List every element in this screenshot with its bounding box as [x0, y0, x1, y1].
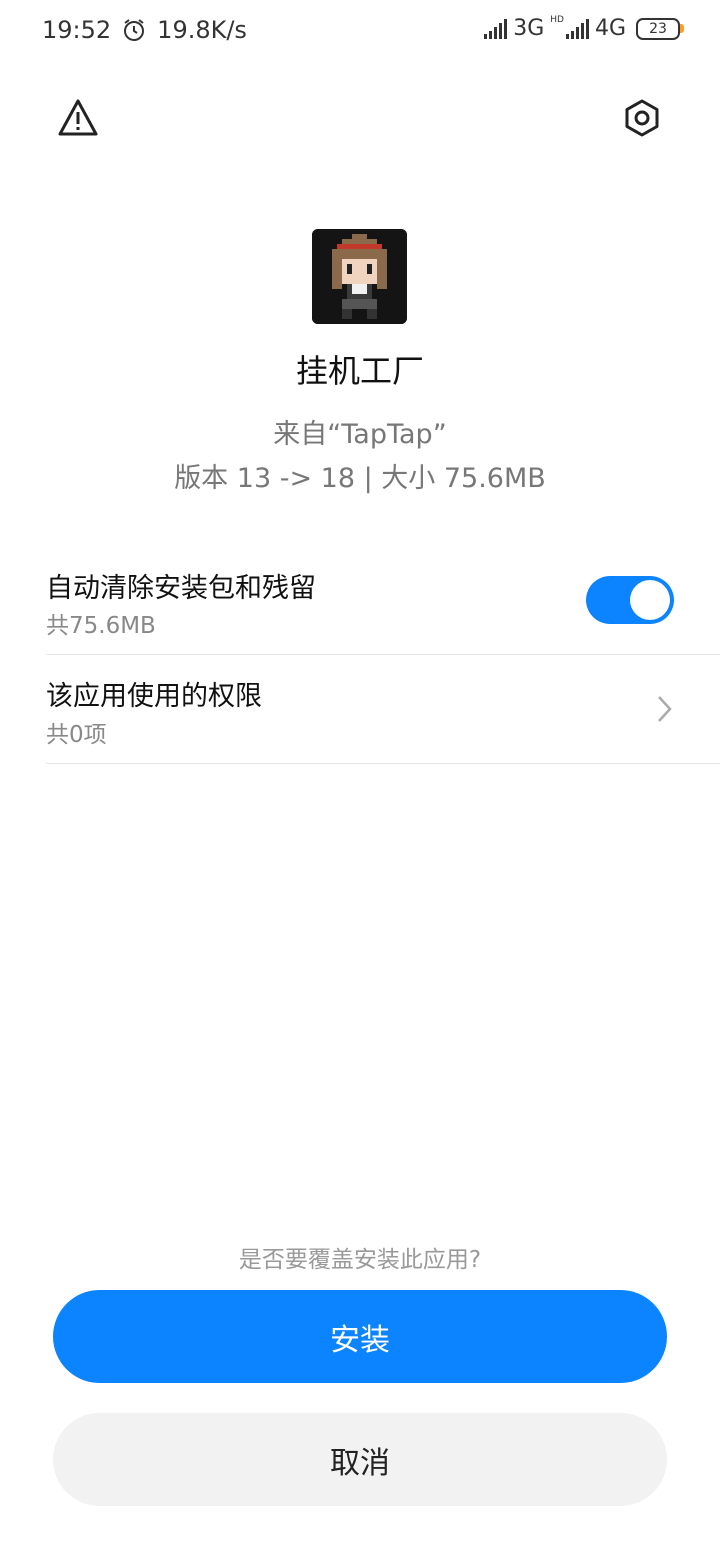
permissions-count: 共0项: [46, 722, 107, 748]
alarm-icon: [124, 19, 145, 41]
hd-label: HD: [550, 14, 564, 25]
network-type-2: 4G: [594, 16, 626, 41]
permissions-row[interactable]: 该应用使用的权限 共0项: [46, 655, 720, 764]
battery-icon: 23: [636, 17, 684, 40]
battery-level: 23: [649, 20, 667, 37]
signal-icon: [565, 18, 589, 39]
chevron-right-icon: [658, 696, 672, 722]
status-bar: 19:52 19.8K/s 3G HD 4G 23: [0, 0, 720, 62]
auto-clean-title: 自动清除安装包和残留: [46, 573, 316, 604]
network-type-1: 3G: [513, 16, 545, 41]
status-right: 3G HD 4G 23: [484, 14, 684, 41]
app-name: 挂机工厂: [295, 352, 424, 390]
app-source: 来自“TapTap”: [273, 419, 447, 450]
cancel-button[interactable]: 取消: [53, 1413, 667, 1506]
toggle-knob: [630, 580, 670, 620]
warning-icon[interactable]: [56, 96, 100, 140]
permissions-title: 该应用使用的权限: [46, 681, 262, 712]
version-info: 版本 13 -> 18 | 大小 75.6MB: [174, 463, 546, 494]
net-speed: 19.8K/s: [157, 16, 247, 44]
auto-clean-row[interactable]: 自动清除安装包和残留 共75.6MB: [46, 546, 720, 655]
app-icon: [312, 229, 407, 324]
auto-clean-size: 共75.6MB: [46, 613, 156, 639]
install-button[interactable]: 安装: [53, 1290, 667, 1383]
status-left: 19:52 19.8K/s: [42, 16, 247, 44]
signal-icon: [484, 18, 508, 39]
settings-icon[interactable]: [620, 96, 664, 140]
overwrite-prompt: 是否要覆盖安装此应用?: [238, 1247, 482, 1273]
auto-clean-toggle[interactable]: [586, 576, 674, 624]
clock-time: 19:52: [42, 16, 112, 44]
